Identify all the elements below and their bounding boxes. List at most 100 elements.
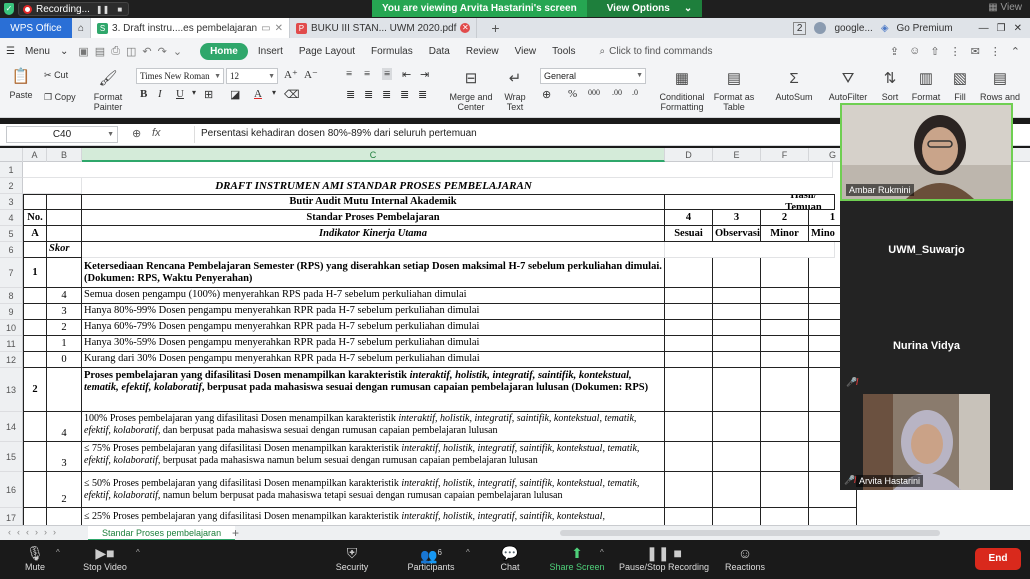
restore-icon[interactable]: ❐ xyxy=(997,23,1006,34)
decrease-font-icon[interactable]: A⁻ xyxy=(304,68,318,81)
grid-cell[interactable] xyxy=(713,320,761,336)
distributed-icon[interactable]: ≣ xyxy=(418,88,427,101)
autofilter-button[interactable]: ⛛ AutoFilter xyxy=(824,68,872,102)
grid-cell[interactable] xyxy=(761,442,809,472)
conditional-formatting-button[interactable]: ▦ Conditional Formatting xyxy=(654,68,710,112)
tab-spreadsheet[interactable]: S 3. Draft instru....es pembelajaran ▭ ✕ xyxy=(91,18,290,38)
grid-cell[interactable] xyxy=(713,442,761,472)
result-label[interactable]: Sesuai xyxy=(665,226,713,242)
grid-cell[interactable] xyxy=(713,368,761,412)
grid-cell[interactable] xyxy=(665,352,713,368)
currency-icon[interactable]: ⊕ xyxy=(542,88,551,101)
command-search[interactable]: ⌕ Click to find commands xyxy=(600,46,713,57)
chevron-up-icon[interactable]: ^ xyxy=(56,548,60,557)
column-header-a[interactable]: A xyxy=(23,148,47,162)
header-no[interactable]: No. xyxy=(23,210,47,226)
grid-cell[interactable] xyxy=(23,320,47,336)
font-size-select[interactable]: 12 ▼ xyxy=(226,68,278,84)
result-label[interactable]: Observasi xyxy=(713,226,761,242)
grid-cell[interactable] xyxy=(23,472,47,508)
preview-icon[interactable]: ◫ xyxy=(126,45,136,58)
row-header[interactable]: 15 xyxy=(0,442,23,472)
sort-button[interactable]: ⇅ Sort xyxy=(876,68,904,102)
tab-home-icon[interactable]: ⌂ xyxy=(72,18,92,38)
name-box[interactable]: C40 ▼ xyxy=(6,126,118,143)
participant-tile-name[interactable]: Nurina Vidya 🎤̸ xyxy=(840,298,1013,394)
indicator-cell[interactable]: Kurang dari 30% Dosen pengampu menyerahk… xyxy=(82,352,665,368)
zoom-formula-icon[interactable]: ⊕ xyxy=(132,127,141,140)
indicator-cell[interactable]: Semua dosen pengampu (100%) menyerahkan … xyxy=(82,288,665,304)
score-header[interactable]: 3 xyxy=(713,210,761,226)
shield-icon[interactable]: ✓ xyxy=(4,3,14,15)
skor-cell[interactable]: 2 xyxy=(47,472,82,508)
align-left-icon[interactable]: ≣ xyxy=(346,88,355,101)
rows-columns-button[interactable]: ▤ Rows and xyxy=(978,68,1022,102)
grid-cell[interactable] xyxy=(761,412,809,442)
grid-cell[interactable] xyxy=(713,352,761,368)
pause-stop-recording-button[interactable]: ❚❚ ■ Pause/Stop Recording xyxy=(616,544,712,572)
undo-icon[interactable]: ↶ xyxy=(142,45,151,58)
grid-cell[interactable] xyxy=(665,368,713,412)
wps-office-logo[interactable]: WPS Office xyxy=(0,18,72,38)
sheet-title[interactable]: DRAFT INSTRUMEN AMI STANDAR PROSES PEMBE… xyxy=(82,178,665,194)
align-middle-icon[interactable]: ≡ xyxy=(364,68,370,80)
print-icon[interactable]: ⎙ xyxy=(111,45,120,58)
section-number[interactable]: 1 xyxy=(23,258,47,288)
header-butir-audit[interactable]: Butir Audit Mutu Internal Akademik xyxy=(82,194,665,210)
sheet-tab[interactable]: Standar Proses pembelajaran xyxy=(88,526,236,541)
grid-cell[interactable] xyxy=(761,508,809,525)
chevron-up-icon[interactable]: ^ xyxy=(136,548,140,557)
grid-cell[interactable] xyxy=(23,288,47,304)
grid-cell[interactable] xyxy=(47,210,82,226)
align-center-icon[interactable]: ≣ xyxy=(364,88,373,101)
column-header-e[interactable]: E xyxy=(713,148,761,162)
column-header-d[interactable]: D xyxy=(665,148,713,162)
format-as-table-button[interactable]: ▤ Format as Table xyxy=(712,68,756,112)
align-bottom-icon[interactable]: ≡ xyxy=(382,68,393,80)
fill-color-icon[interactable]: ◪ xyxy=(230,88,240,101)
increase-decimal-icon[interactable]: .00 xyxy=(612,88,622,97)
grid-cell[interactable] xyxy=(665,412,713,442)
grid-cell[interactable] xyxy=(713,508,761,525)
row-header[interactable]: 12 xyxy=(0,352,23,368)
grid-cell[interactable] xyxy=(23,352,47,368)
column-header-c[interactable]: C xyxy=(82,148,665,162)
comma-icon[interactable]: 000 xyxy=(588,88,600,97)
row-header[interactable]: 16 xyxy=(0,472,23,508)
grid-cell[interactable] xyxy=(713,472,761,508)
skor-cell[interactable]: 4 xyxy=(47,412,82,442)
sheet-nav-arrows[interactable]: ‹‹‹››› xyxy=(8,527,62,537)
save-icon[interactable]: ▣ xyxy=(78,45,88,58)
grid-cell[interactable] xyxy=(809,508,857,525)
go-premium-link[interactable]: Go Premium xyxy=(897,23,953,34)
grid-cell[interactable] xyxy=(23,242,47,258)
clear-format-icon[interactable]: ⌫ xyxy=(284,88,300,101)
pause-recording-icon[interactable]: ❚❚ xyxy=(94,5,111,14)
wrap-text-button[interactable]: ↵ Wrap Text xyxy=(500,68,530,112)
grid-cell[interactable] xyxy=(713,258,761,288)
reactions-button[interactable]: ☺ Reactions xyxy=(722,544,768,572)
menu-button[interactable]: Menu xyxy=(19,44,56,59)
merge-center-button[interactable]: ⊟ Merge and Center xyxy=(448,68,494,112)
participant-tile-video[interactable]: 🎤̸ Arvita Hastarini xyxy=(840,394,1013,490)
chevron-up-icon[interactable]: ^ xyxy=(466,548,470,557)
font-color-icon[interactable]: A xyxy=(254,88,262,100)
security-button[interactable]: ⛨ Security xyxy=(332,544,372,572)
cut-button[interactable]: ✂ Cut xyxy=(44,70,68,81)
tab-page-layout[interactable]: Page Layout xyxy=(293,44,361,59)
grid-cell[interactable] xyxy=(23,178,82,194)
header-standar[interactable]: Standar Proses Pembelajaran xyxy=(82,210,665,226)
tab-formulas[interactable]: Formulas xyxy=(365,44,419,59)
skor-cell[interactable]: 0 xyxy=(47,352,82,368)
result-label[interactable]: Minor xyxy=(761,226,809,242)
grid-cell[interactable] xyxy=(665,242,835,258)
row-header[interactable]: 3 xyxy=(0,194,23,210)
skor-cell[interactable] xyxy=(47,508,82,525)
grid-cell[interactable] xyxy=(713,304,761,320)
row-header[interactable]: 8 xyxy=(0,288,23,304)
grid-cell[interactable] xyxy=(665,336,713,352)
section-number[interactable]: 2 xyxy=(23,368,47,412)
participant-tile-video[interactable]: Ambar Rukmini xyxy=(840,103,1013,201)
score-header[interactable]: 2 xyxy=(761,210,809,226)
comment-icon[interactable]: ✉ xyxy=(971,45,980,58)
